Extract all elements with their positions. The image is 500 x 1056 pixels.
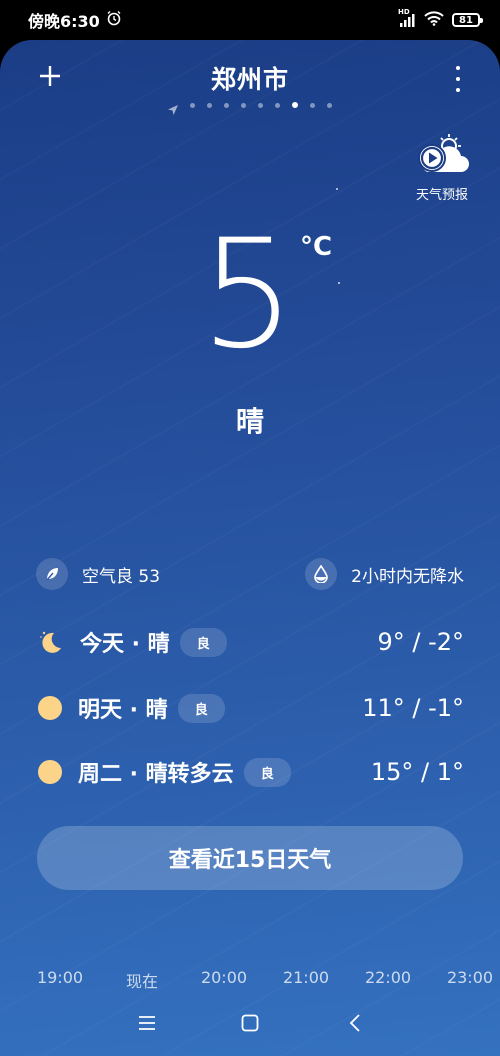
precipitation-text: 2小时内无降水	[351, 566, 464, 587]
back-nav-button[interactable]	[342, 1010, 368, 1036]
wifi-icon	[424, 11, 444, 29]
more-dot	[456, 77, 460, 81]
hour-label: 21:00	[282, 968, 330, 987]
page-dot	[258, 102, 263, 108]
page-indicator	[0, 100, 500, 115]
signal-icon: HD	[398, 8, 416, 27]
battery-level: 81	[459, 14, 473, 26]
more-dot	[456, 88, 460, 92]
leaf-icon	[36, 558, 68, 590]
daily-forecast-row[interactable]: 周二 · 晴转多云良 15° / 1°	[0, 752, 500, 792]
daily-forecast-row[interactable]: 今天 · 晴良 9° / -2°	[0, 622, 500, 662]
hour-label: 现在	[125, 972, 159, 991]
day-temperature-range: 9° / -2°	[377, 628, 464, 656]
page-dot	[224, 102, 229, 108]
water-drop-icon	[305, 558, 338, 590]
sun-icon	[38, 696, 62, 720]
daily-forecast-row[interactable]: 明天 · 晴良 11° / -1°	[0, 688, 500, 728]
aqi-badge: 良	[177, 693, 225, 723]
navigation-bar	[0, 1010, 500, 1036]
battery-icon: 81	[452, 13, 483, 27]
status-bar: 傍晚6:30 HD 81	[0, 0, 500, 40]
page-dot	[207, 102, 212, 108]
location-arrow-icon	[168, 100, 178, 115]
current-condition: 晴	[235, 405, 264, 438]
page-dot	[275, 102, 280, 108]
star	[338, 282, 340, 284]
home-square-icon	[241, 1014, 259, 1032]
page-dot	[241, 102, 246, 108]
temperature-value: 5	[200, 208, 295, 382]
day-label: 今天 · 晴	[80, 632, 170, 657]
temperature-unit: °C	[300, 232, 333, 262]
aqi-badge: 良	[179, 627, 227, 657]
page-dot	[310, 102, 315, 108]
moon-icon	[38, 629, 64, 655]
alarm-icon	[106, 10, 122, 30]
day-temperature-range: 15° / 1°	[370, 758, 464, 786]
status-time: 傍晚6:30	[28, 12, 100, 31]
menu-nav-button[interactable]	[134, 1010, 160, 1036]
more-options-button[interactable]	[452, 66, 464, 92]
weather-forecast-label: 天气预报	[415, 188, 468, 203]
page-dot	[327, 102, 332, 108]
menu-icon	[139, 1016, 155, 1030]
sun-icon	[38, 760, 62, 784]
precipitation-info[interactable]: 2小时内无降水	[305, 558, 464, 590]
weather-app: 郑州市 天气预报 5 °C 晴 空气良 53 2小时内无降水 今天 · 晴 良 …	[0, 40, 500, 1056]
view-15-day-forecast-button[interactable]: 查看近15日天气	[37, 826, 463, 890]
hour-label: 23:00	[446, 968, 494, 987]
weather-forecast-video-button[interactable]: 天气预报	[410, 132, 474, 203]
hourly-timeline[interactable]: 19:00 现在 20:00 21:00 22:00 23:00	[0, 968, 500, 992]
city-name: 郑州市	[210, 65, 289, 94]
top-bar: 郑州市	[0, 58, 500, 102]
page-dot-active	[292, 102, 298, 108]
hour-label: 19:00	[36, 968, 84, 987]
more-dot	[456, 66, 460, 70]
air-quality-info[interactable]: 空气良 53	[36, 558, 160, 590]
info-row: 空气良 53 2小时内无降水	[0, 558, 500, 592]
aqi-badge: 良	[243, 757, 291, 787]
hour-label: 22:00	[364, 968, 412, 987]
network-type: HD	[398, 8, 410, 16]
page-dot	[190, 102, 195, 108]
back-arrow-icon	[349, 1014, 360, 1032]
day-temperature-range: 11° / -1°	[362, 694, 464, 722]
play-cloud-icon	[418, 134, 469, 172]
hour-label: 20:00	[200, 968, 248, 987]
air-quality-text: 空气良 53	[82, 566, 161, 587]
day-label: 明天 · 晴	[78, 698, 168, 723]
day-label: 周二 · 晴转多云	[78, 762, 234, 787]
home-nav-button[interactable]	[237, 1010, 263, 1036]
star	[336, 188, 338, 190]
